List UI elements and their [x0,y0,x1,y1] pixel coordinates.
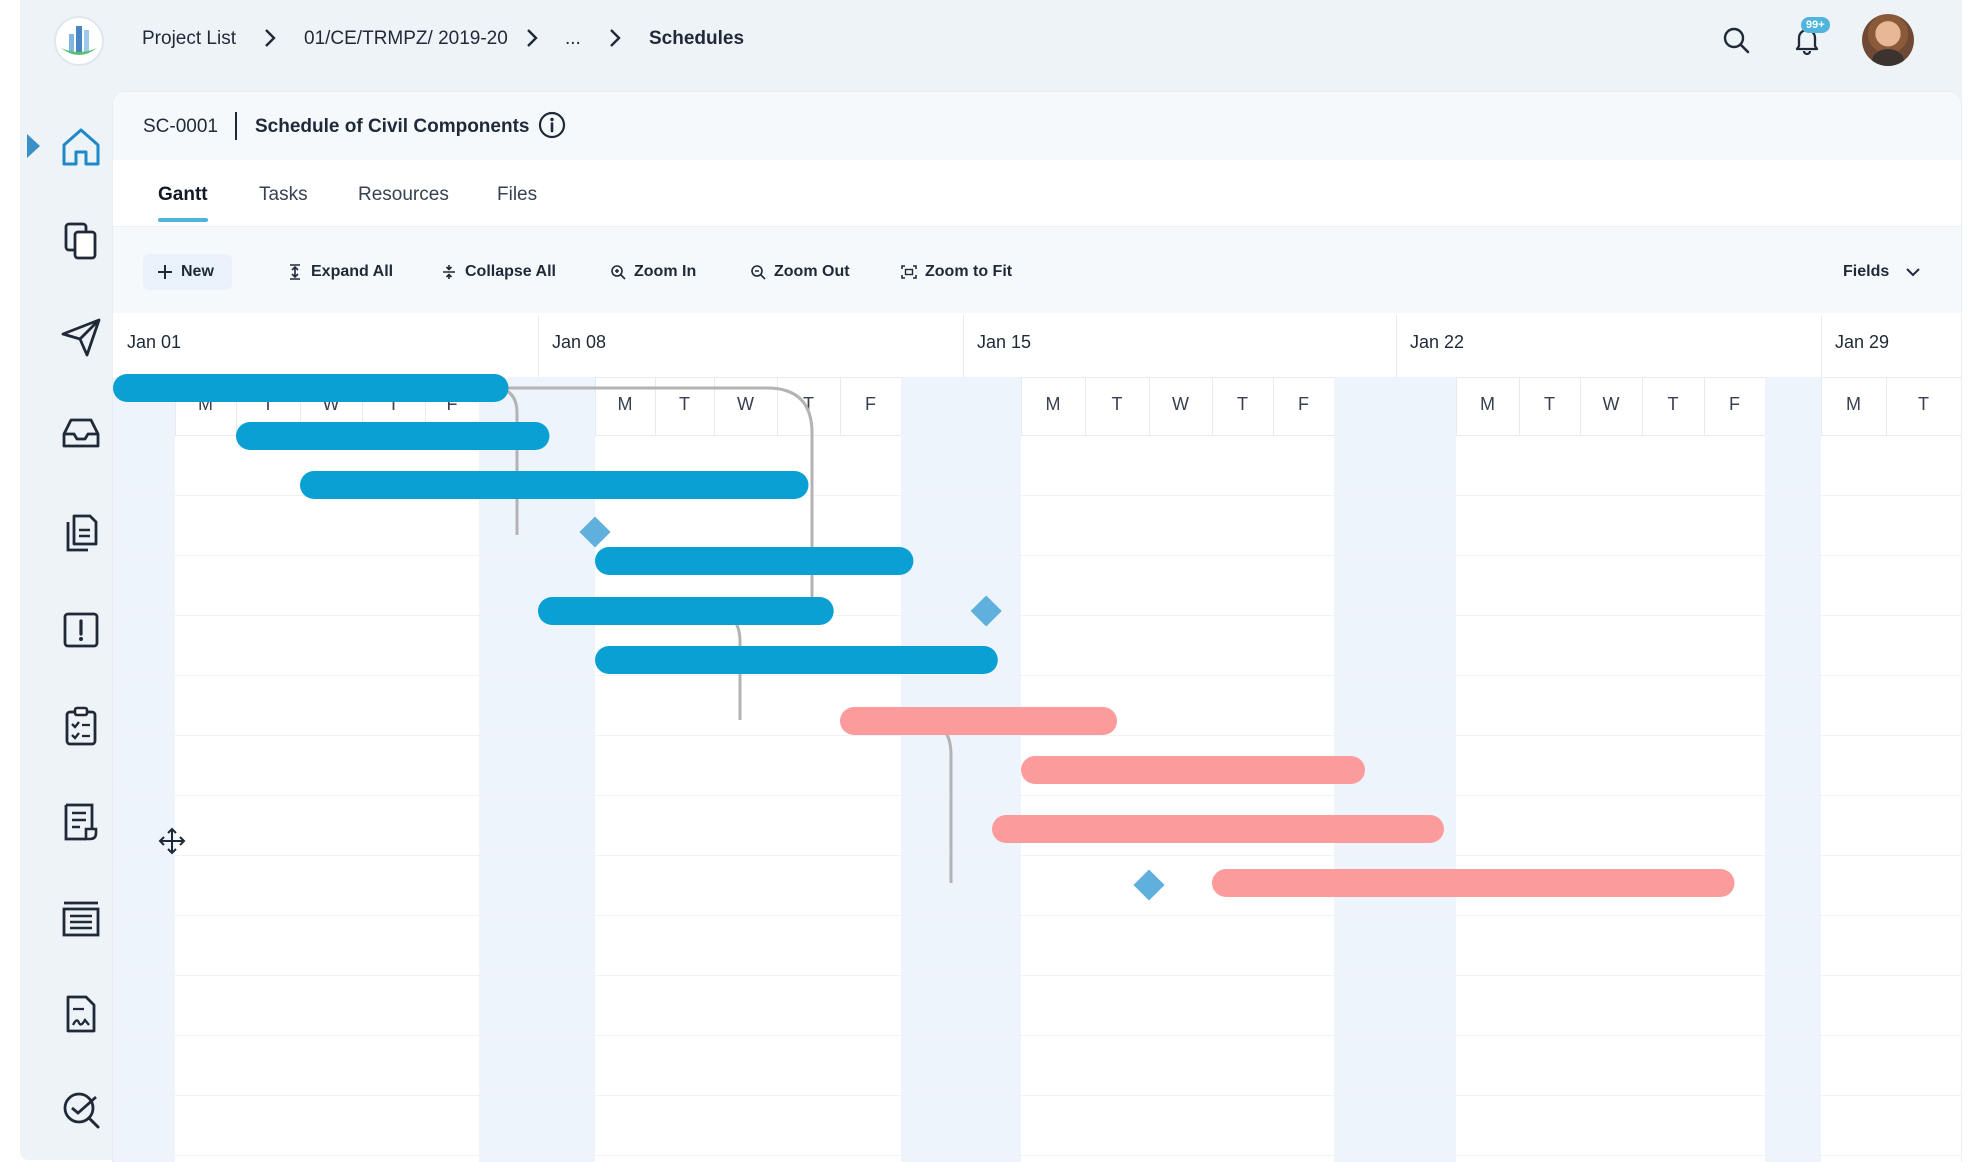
notification-badge: 99+ [1801,17,1830,33]
chevron-down-icon [1906,268,1920,277]
zoom-to-fit-label: Zoom to Fit [925,263,1013,280]
schedule-header: SC-0001 Schedule of Civil Components [113,92,1961,160]
plus-icon [158,265,172,279]
zoom-out-label: Zoom Out [774,263,850,280]
clipboard-check-icon[interactable] [58,703,104,749]
breadcrumb-ellipsis[interactable]: ... [565,28,581,50]
user-avatar[interactable] [1862,14,1914,66]
tab-resources[interactable]: Resources [358,184,449,206]
new-button[interactable]: New [143,254,232,290]
register-icon[interactable] [58,895,104,941]
expand-all-label: Expand All [311,263,394,280]
task-bar[interactable] [236,422,550,450]
report-icon[interactable] [58,799,104,845]
gantt-timeline [113,374,1735,901]
move-cursor-icon [158,827,186,855]
task-bar[interactable] [992,815,1444,843]
chevron-right-icon [610,29,621,47]
send-icon[interactable] [58,314,104,360]
task-bar[interactable] [113,374,509,402]
zoom-out-button[interactable]: Zoom Out [750,254,850,290]
active-nav-marker [27,134,40,158]
app-logo[interactable] [52,14,106,68]
search-icon[interactable] [1719,23,1753,57]
collapse-all-label: Collapse All [465,263,556,280]
signature-doc-icon[interactable] [58,991,104,1037]
collapse-all-button[interactable]: Collapse All [441,254,556,290]
tab-tasks[interactable]: Tasks [259,184,308,206]
dependency-link [438,386,519,535]
chevron-right-icon [265,29,276,47]
breadcrumb-project-list[interactable]: Project List [142,28,236,50]
files-icon[interactable] [58,510,104,556]
breadcrumb-project-code[interactable]: 01/CE/TRMPZ/ 2019-20 [304,28,508,50]
task-bar[interactable] [538,597,834,625]
chevron-right-icon [527,29,538,47]
expand-all-button[interactable]: Expand All [287,254,393,290]
gantt-chart: Jan 01Jan 08Jan 15Jan 22Jan 29 SMTWTFSSM… [113,315,1961,1162]
task-bar[interactable] [300,471,809,499]
milestone-marker[interactable] [579,516,611,548]
collapse-icon [443,265,455,279]
fields-label: Fields [1843,263,1890,280]
task-bar[interactable] [595,547,914,575]
task-bar[interactable] [595,646,998,674]
zoom-out-icon [751,265,766,280]
copy-icon[interactable] [58,218,104,264]
active-tab-indicator [158,218,208,222]
expand-icon [290,264,300,280]
zoom-to-fit-button[interactable]: Zoom to Fit [901,254,1012,290]
search-check-icon[interactable] [58,1087,104,1133]
tab-gantt[interactable]: Gantt [158,184,208,206]
home-icon[interactable] [58,124,104,170]
fields-dropdown[interactable]: Fields [1843,254,1921,290]
dependency-link [910,719,953,883]
milestone-marker[interactable] [970,595,1002,627]
schedule-title: Schedule of Civil Components [255,116,530,137]
dependency-link [438,386,814,611]
milestone-marker[interactable] [1133,869,1165,901]
task-bar[interactable] [840,707,1117,735]
zoom-in-icon [611,265,626,280]
breadcrumb-current: Schedules [649,28,745,49]
alert-icon[interactable] [58,607,104,653]
header-divider [235,112,237,140]
tab-files[interactable]: Files [497,184,537,206]
zoom-in-label: Zoom In [634,263,697,280]
task-bar[interactable] [1212,869,1735,897]
task-bar[interactable] [1021,756,1365,784]
fit-screen-icon [901,265,917,279]
top-bar: Project List 01/CE/TRMPZ/ 2019-20 ... Sc… [0,0,1982,82]
inbox-icon[interactable] [58,410,104,456]
schedule-code: SC-0001 [143,116,218,137]
info-icon[interactable] [537,110,567,140]
new-button-label: New [181,263,214,280]
zoom-in-button[interactable]: Zoom In [610,254,696,290]
